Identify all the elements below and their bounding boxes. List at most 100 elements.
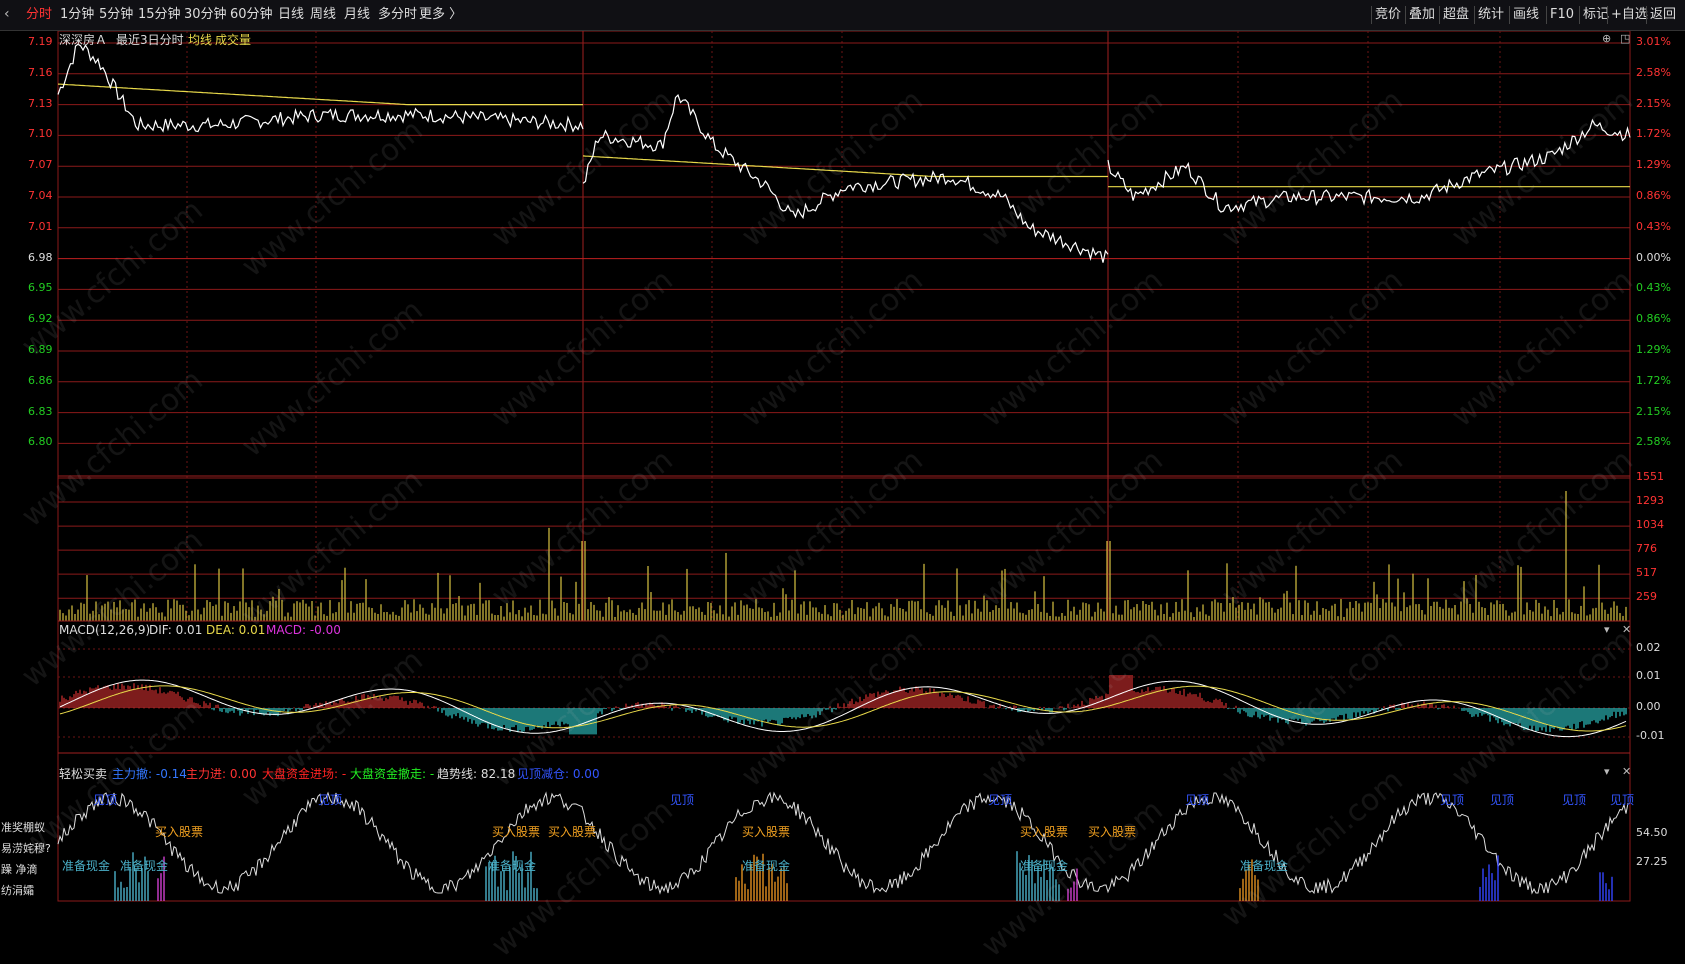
- signal-top-label: 见顶: [1440, 793, 1465, 807]
- signal-top-label: 见顶: [93, 793, 118, 807]
- window-icon[interactable]: ◳: [1620, 32, 1630, 45]
- tab-9[interactable]: 多分时: [378, 6, 417, 24]
- tab-6[interactable]: 日线: [278, 6, 304, 24]
- price-axis-label: 7.19: [28, 35, 53, 48]
- indicator-item-0: 主力撤: -0.14: [112, 767, 187, 781]
- tool-5[interactable]: F10: [1550, 6, 1574, 24]
- tab-0[interactable]: 分时: [26, 6, 52, 24]
- pct-axis-label: 0.86%: [1636, 189, 1671, 202]
- pct-axis-label: 2.58%: [1636, 65, 1671, 79]
- indicator-close-icon[interactable]: ✕: [1622, 765, 1631, 778]
- tool-3[interactable]: 统计: [1478, 6, 1504, 24]
- signal-top-label: 见顶: [1185, 793, 1210, 807]
- tab-2[interactable]: 5分钟: [99, 6, 133, 24]
- price-axis-label: 6.80: [28, 435, 53, 449]
- stock-name: 深深房Ａ: [59, 33, 108, 47]
- signal-buy-label: 买入股票: [742, 825, 791, 839]
- avg-line-legend: 均线: [188, 33, 213, 47]
- tool-separator: [1439, 6, 1440, 24]
- period-label: 最近3日分时: [116, 33, 184, 47]
- tab-10[interactable]: 更多 〉: [419, 6, 462, 24]
- tab-3[interactable]: 15分钟: [138, 6, 181, 24]
- macd-dea-value: DEA: 0.01: [206, 623, 266, 637]
- indicator-dropdown-icon[interactable]: ▾: [1604, 765, 1610, 778]
- pct-axis-label: 0.86%: [1636, 312, 1671, 326]
- pct-axis-label: 2.15%: [1636, 96, 1671, 110]
- vol-axis-label: 1034: [1636, 518, 1664, 532]
- tool-separator: [1509, 6, 1510, 24]
- tool-separator: [1607, 6, 1608, 24]
- indicator-item-4: 趋势线: 82.18: [437, 767, 516, 781]
- tool-2[interactable]: 超盘: [1443, 6, 1469, 24]
- pct-axis-label: 2.58%: [1636, 435, 1671, 449]
- avg-line-day1: [57, 83, 583, 106]
- tab-7[interactable]: 周线: [310, 6, 336, 24]
- price-axis-label: 6.89: [28, 343, 53, 356]
- vol-axis-label: 517: [1636, 566, 1657, 580]
- tool-4[interactable]: 画线: [1513, 6, 1539, 24]
- pct-axis-label: 0.43%: [1636, 281, 1671, 295]
- pct-axis-label: 1.29%: [1636, 158, 1671, 172]
- tool-separator: [1474, 6, 1475, 24]
- tool-separator: [1371, 6, 1372, 24]
- macd-dif-value: DIF: 0.01: [149, 623, 203, 637]
- signal-buy-label: 买入股票: [548, 825, 597, 839]
- macd-close-icon[interactable]: ✕: [1622, 623, 1631, 636]
- macd-axis-label: -0.01: [1636, 729, 1665, 742]
- price-line-day1: [57, 43, 584, 133]
- tool-separator: [1646, 6, 1647, 24]
- indicator-item-5: 见顶减仓: 0.00: [517, 767, 600, 781]
- price-axis-label: 7.13: [28, 96, 53, 110]
- signal-top-label: 见顶: [1562, 793, 1587, 807]
- indicator-axis-label: 54.50: [1636, 826, 1668, 839]
- zoom-icon[interactable]: ⊕: [1602, 32, 1611, 45]
- tool-8[interactable]: 返回: [1650, 6, 1676, 24]
- price-axis-label: 6.95: [28, 281, 53, 295]
- tool-1[interactable]: 叠加: [1409, 6, 1435, 24]
- tab-5[interactable]: 60分钟: [230, 6, 273, 24]
- price-axis-label: 7.16: [28, 65, 53, 79]
- macd-axis-label: 0.02: [1636, 641, 1661, 654]
- tool-7[interactable]: +自选: [1611, 6, 1648, 24]
- top-toolbar: ‹ 分时 1分钟 5分钟 15分钟 30分钟 60分钟 日线 周线 月线 多分时 更多 〉 竞价 叠加…: [0, 0, 1685, 31]
- macd-axis-label: 0.00: [1636, 700, 1661, 713]
- tool-separator: [1546, 6, 1547, 24]
- tool-6[interactable]: 标记: [1583, 6, 1609, 24]
- signal-buy-label: 买入股票: [1020, 825, 1069, 839]
- left-panel-label: 纺涓孀: [1, 884, 34, 897]
- tab-8[interactable]: 月线: [344, 6, 370, 24]
- price-axis-label: 7.10: [28, 127, 53, 141]
- vol-axis-label: 259: [1636, 590, 1657, 604]
- signal-cash-label: 准备现金: [1020, 859, 1069, 873]
- signal-cash-label: 准备现金: [742, 859, 791, 873]
- signal-top-label: 见顶: [1490, 793, 1515, 807]
- volume-legend: 成交量: [215, 33, 252, 47]
- price-axis-label: 6.98: [28, 250, 53, 264]
- indicator-item-1: 主力进: 0.00: [186, 767, 257, 781]
- left-panel-label: 躁 净滴: [1, 863, 38, 876]
- tool-0[interactable]: 竞价: [1375, 6, 1401, 24]
- macd-dropdown-icon[interactable]: ▾: [1604, 623, 1610, 636]
- price-axis-label: 7.07: [28, 158, 53, 172]
- back-arrow-icon[interactable]: ‹: [4, 7, 18, 21]
- signal-cash-label: 准备现金: [488, 859, 537, 873]
- pct-axis-label: 2.15%: [1636, 404, 1671, 418]
- price-axis-label: 7.01: [28, 219, 53, 233]
- price-axis-label: 6.86: [28, 373, 53, 387]
- indicator-axis-label: 27.25: [1636, 855, 1668, 868]
- pct-axis-label: 1.72%: [1636, 373, 1671, 387]
- signal-cash-label: 准备现金: [120, 859, 169, 873]
- left-panel-label: 准奖棚蚁: [1, 821, 45, 834]
- signal-top-label: 见顶: [1610, 793, 1635, 807]
- pct-axis-label: 0.00%: [1636, 250, 1671, 264]
- signal-buy-label: 买入股票: [1088, 825, 1137, 839]
- macd-macd-value: MACD: -0.00: [266, 623, 341, 637]
- vol-axis-label: 1551: [1636, 470, 1664, 483]
- indicator-item-2: 大盘资金进场: -: [262, 767, 347, 781]
- price-axis-label: 6.92: [28, 312, 53, 326]
- signal-cash-label: 准备现金: [62, 859, 111, 873]
- pct-axis-label: 1.29%: [1636, 343, 1671, 356]
- vol-axis-label: 1293: [1636, 494, 1664, 508]
- tab-1[interactable]: 1分钟: [60, 6, 94, 24]
- tab-4[interactable]: 30分钟: [184, 6, 227, 24]
